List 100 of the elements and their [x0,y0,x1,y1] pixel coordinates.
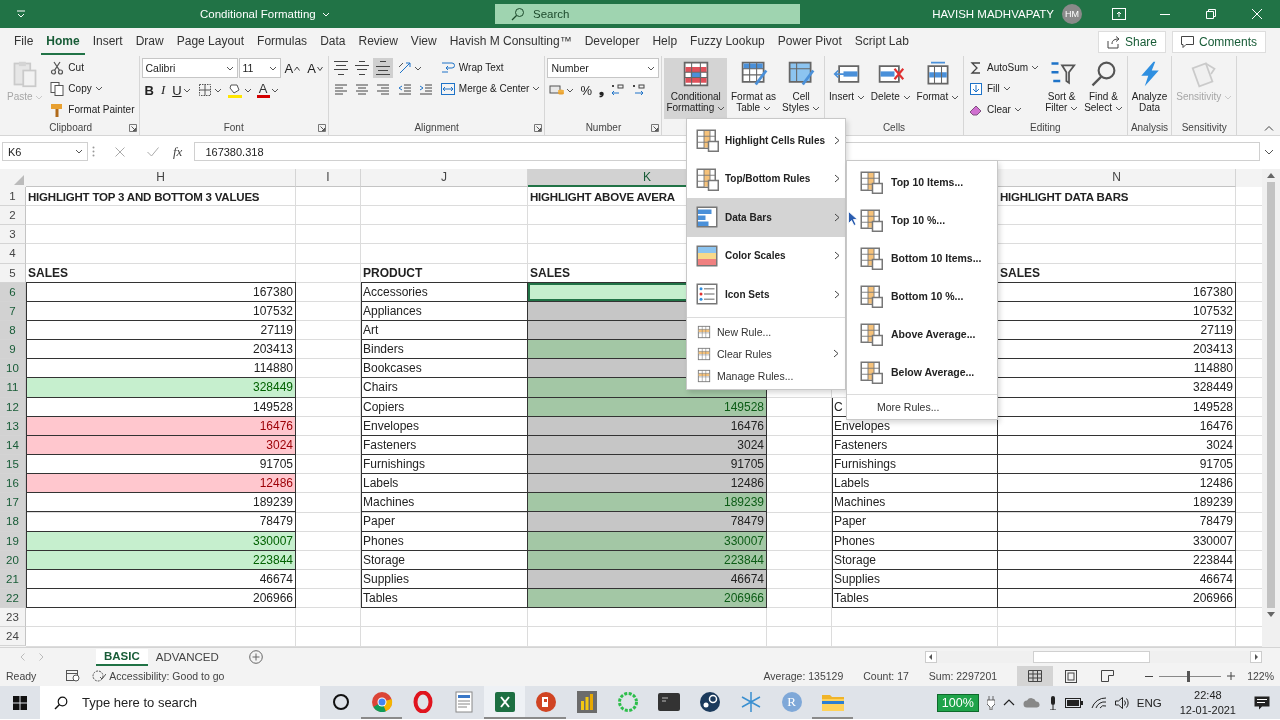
row-header[interactable]: 17 [0,493,26,513]
row-header[interactable]: 20 [0,550,26,570]
sheet-tab[interactable]: ADVANCED [147,648,227,666]
menu-item[interactable]: New Rule... [687,320,845,343]
row-header[interactable]: 4 [0,244,26,264]
ribbon-button[interactable]: Cell Styles [780,58,823,119]
ribbon-tab[interactable]: Insert [87,29,128,55]
document-title[interactable]: Conditional Formatting [200,8,330,20]
column-header[interactable]: H [26,169,296,187]
ribbon-tab[interactable]: Data [315,29,351,55]
scrollbar-thumb[interactable] [1267,182,1275,608]
row-header[interactable]: 18 [0,512,26,532]
row-header[interactable]: 6 [0,282,26,302]
ribbon-button[interactable]: Sort & Filter [1043,58,1081,119]
ribbon-tab[interactable]: Page Layout [171,29,250,55]
ribbon-button[interactable]: Delete [868,58,913,119]
row-header[interactable]: 2 [0,206,26,226]
row-header[interactable]: 8 [0,321,26,341]
font-color-button[interactable]: A [254,80,281,100]
comma-style-button[interactable]: ❟ [596,80,607,100]
ribbon-tab[interactable]: Formulas [252,29,313,55]
ribbon-tab[interactable]: Fuzzy Lookup [685,29,770,55]
ribbon-button[interactable]: Merge & Center [437,79,543,98]
row-header[interactable]: 12 [0,397,26,417]
ribbon-button[interactable]: AutoSum [966,58,1042,77]
zoom-thumb[interactable] [1187,670,1191,682]
shrink-font-button[interactable]: A [304,58,326,78]
menu-item[interactable]: Manage Rules... [687,364,845,387]
column-header[interactable]: N [998,169,1236,187]
row-header[interactable]: 19 [0,531,26,551]
row-header[interactable]: 11 [0,378,26,398]
ribbon-tab[interactable]: Draw [130,29,169,55]
insert-function-button[interactable]: fx [173,143,183,160]
menu-item[interactable]: Bottom 10 Items... [847,239,997,277]
ribbon-tab[interactable]: Power Pivot [772,29,847,55]
row-header[interactable]: 22 [0,588,26,609]
ribbon-button[interactable]: Format Painter [47,100,137,119]
icon-button[interactable] [372,58,393,78]
row-header[interactable]: 9 [0,340,26,360]
zoom-level[interactable]: 122% [1247,670,1274,682]
taskbar-search-field[interactable]: Type here to search [40,686,320,719]
column-header[interactable]: I [296,169,361,187]
ribbon-tab[interactable]: Script Lab [849,29,914,55]
menu-item[interactable]: More Rules... [847,398,940,417]
bold-button[interactable]: B [141,80,157,100]
ribbon-button[interactable]: Conditional Formatting [664,58,727,119]
row-header[interactable]: 10 [0,359,26,379]
ribbon-button[interactable]: Cut [47,58,86,77]
ribbon-button[interactable]: Copy [47,79,105,98]
row-header[interactable]: 13 [0,416,26,436]
menu-item[interactable]: Above Average... [847,315,997,353]
row-header[interactable]: 21 [0,569,26,589]
menu-item[interactable]: Clear Rules [687,342,845,365]
ribbon-button[interactable]: Format [914,58,961,119]
percent-button[interactable]: % [577,80,595,100]
ribbon-tab[interactable]: View [405,29,442,55]
ribbon-tab[interactable]: File [9,29,39,55]
menu-item[interactable]: Data Bars [687,198,845,237]
language-indicator[interactable]: ENG [1136,696,1162,709]
column-header[interactable]: J [361,169,528,187]
row-header[interactable]: 16 [0,474,26,494]
ribbon-button[interactable]: Find & Select [1082,58,1125,119]
comments-button[interactable]: Comments [1172,31,1266,53]
clock-date[interactable]: 12-01-2021 [1179,702,1236,718]
italic-button[interactable]: I [157,80,169,100]
row-header[interactable]: 5 [0,263,26,283]
share-button[interactable]: Share [1097,31,1166,53]
ribbon-tab[interactable]: Review [353,29,403,55]
sheet-tab[interactable]: BASIC [96,648,148,666]
row-header[interactable]: 14 [0,435,26,455]
row-header[interactable]: 3 [0,225,26,245]
row-header[interactable]: 1 [0,187,26,207]
ribbon-button[interactable]: Format as Table [729,58,779,119]
underline-button[interactable]: U [169,80,194,100]
ribbon-button[interactable]: Insert [827,58,867,119]
row-header[interactable]: 23 [0,608,26,628]
row-header[interactable]: 7 [0,301,26,321]
ribbon-button[interactable]: Analyze Data [1129,58,1170,119]
menu-item[interactable]: Bottom 10 %... [847,277,997,315]
scrollbar-thumb[interactable] [1033,651,1150,663]
menu-item[interactable]: Below Average... [847,353,997,391]
view-button[interactable] [1017,666,1054,686]
name-box[interactable]: K6 [2,142,88,161]
clock-time[interactable]: 22:48 [1194,687,1222,703]
ribbon-button[interactable]: Fill [966,79,1013,98]
font-size-field[interactable]: 11 [238,58,281,78]
search-field[interactable]: Search [495,4,800,24]
ribbon-tab[interactable]: Developer [579,29,645,55]
font-field[interactable]: Calibri [141,58,238,78]
ribbon-tab[interactable]: Help [647,29,683,55]
number-format-field[interactable]: Number [547,58,660,78]
grow-font-button[interactable]: A [281,58,304,78]
ribbon-tab[interactable]: Home [41,29,85,55]
menu-item[interactable]: Top 10 Items... [847,163,997,201]
row-header[interactable]: 15 [0,454,26,475]
ribbon-tab[interactable]: Havish M Consulting™ [444,29,577,55]
accessibility-status[interactable]: Accessibility: Good to go [109,670,225,682]
ribbon-button[interactable]: Wrap Text [437,58,506,77]
ribbon-button[interactable]: Clear [966,100,1024,119]
row-header[interactable]: 24 [0,627,26,647]
